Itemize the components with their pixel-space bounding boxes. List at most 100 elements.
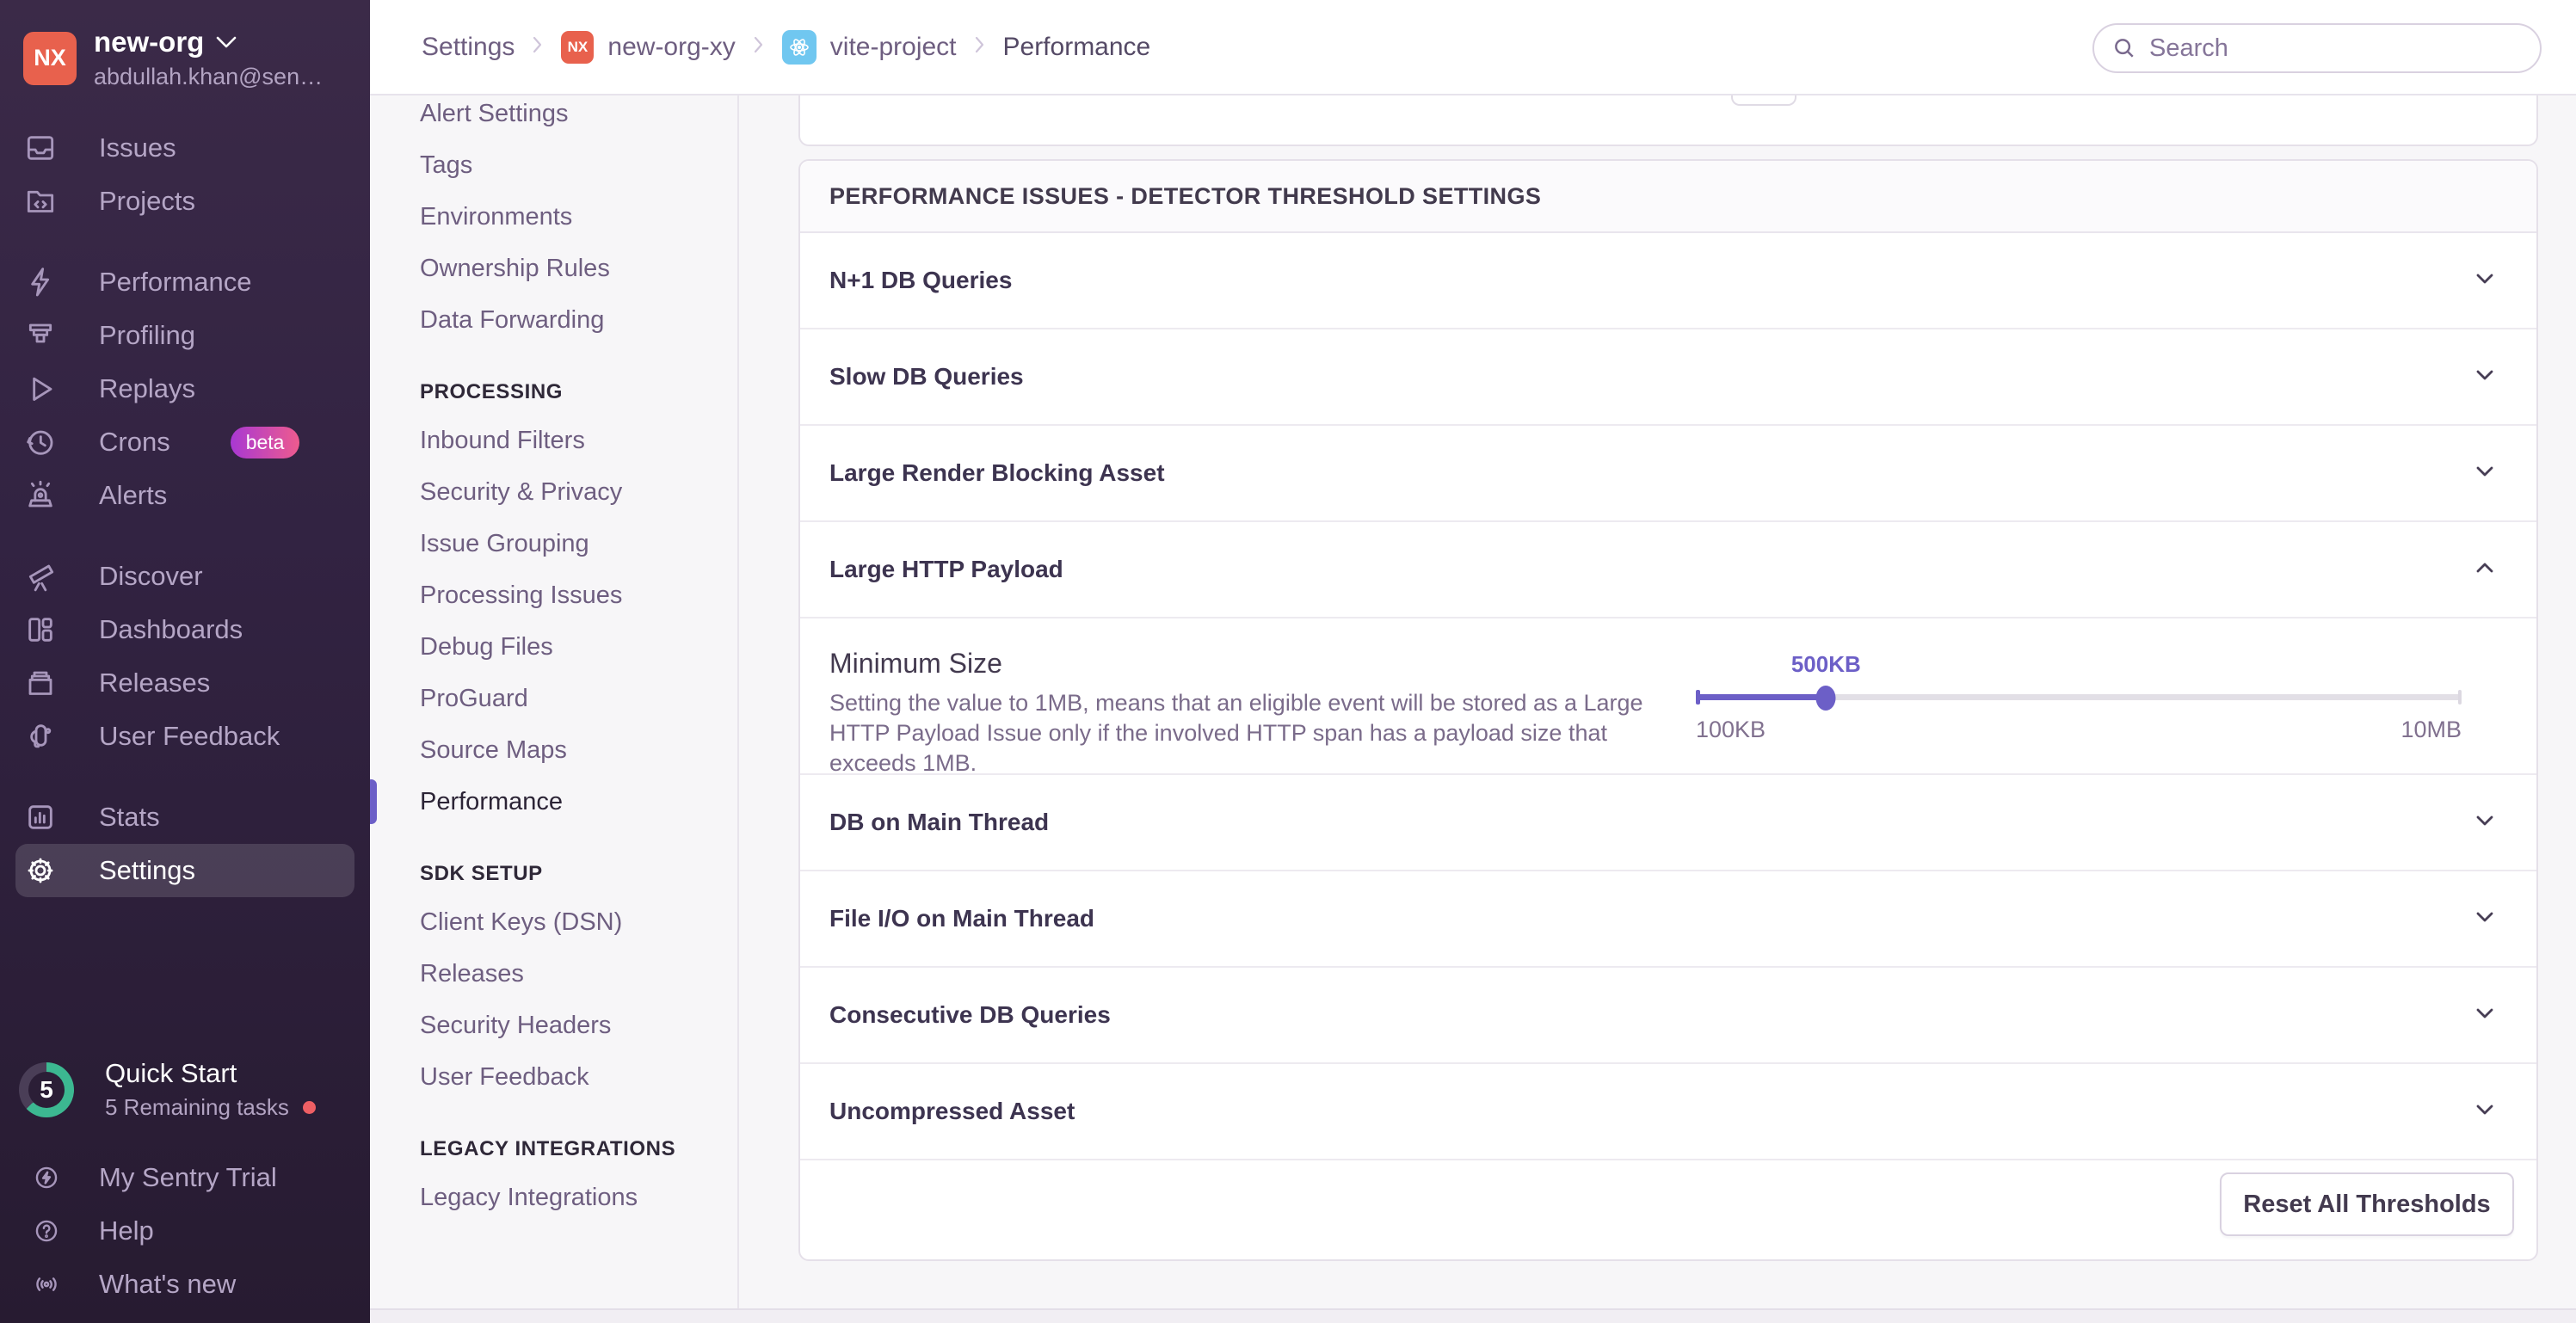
breadcrumb-separator-icon bbox=[532, 33, 544, 62]
sidebar-item-alerts[interactable]: Alerts bbox=[0, 469, 370, 522]
settings-nav-releases[interactable]: Releases bbox=[370, 948, 737, 1000]
main-content: PERFORMANCE ISSUES - DETECTOR THRESHOLD … bbox=[739, 95, 2576, 1323]
org-name: new-org bbox=[94, 26, 204, 58]
sidebar-item-releases[interactable]: Releases bbox=[0, 656, 370, 710]
projects-icon bbox=[23, 184, 58, 218]
breadcrumb-separator-icon bbox=[753, 33, 765, 62]
help-icon bbox=[32, 1216, 61, 1246]
collapsed-panel-handle[interactable] bbox=[1731, 94, 1796, 106]
settings-nav-header-sdk-setup: SDK SETUP bbox=[370, 855, 737, 893]
settings-nav-issue-grouping[interactable]: Issue Grouping bbox=[370, 518, 737, 569]
chevron-down-icon bbox=[2471, 807, 2499, 839]
beta-badge: beta bbox=[231, 427, 300, 458]
org-avatar: NX bbox=[23, 32, 77, 85]
sidebar-item-profiling[interactable]: Profiling bbox=[0, 309, 370, 362]
detector-threshold-panel: PERFORMANCE ISSUES - DETECTOR THRESHOLD … bbox=[798, 159, 2538, 1261]
sidebar-item-issues[interactable]: Issues bbox=[0, 121, 370, 175]
quick-start-widget[interactable]: 5 Quick Start 5 Remaining tasks bbox=[19, 1058, 316, 1121]
global-search[interactable] bbox=[2092, 23, 2542, 73]
accordion-row-large-render-blocking-asset[interactable]: Large Render Blocking Asset bbox=[800, 426, 2536, 522]
settings-nav-proguard[interactable]: ProGuard bbox=[370, 673, 737, 724]
accordion-row-db-on-main-thread[interactable]: DB on Main Thread bbox=[800, 775, 2536, 871]
sidebar-item-stats[interactable]: Stats bbox=[0, 791, 370, 844]
dashboards-icon bbox=[23, 612, 58, 647]
slider-max-label: 10MB bbox=[2400, 717, 2462, 743]
breadcrumb-project[interactable]: vite-project bbox=[782, 30, 957, 65]
profiling-icon bbox=[23, 318, 58, 353]
settings-nav-debug-files[interactable]: Debug Files bbox=[370, 621, 737, 673]
sidebar-item-my-sentry-trial[interactable]: My Sentry Trial bbox=[0, 1151, 370, 1204]
chevron-down-icon bbox=[216, 36, 237, 48]
settings-nav-security-privacy[interactable]: Security & Privacy bbox=[370, 466, 737, 518]
slider-min-label: 100KB bbox=[1696, 717, 1766, 743]
sidebar-item-crons[interactable]: Crons beta bbox=[0, 415, 370, 469]
org-badge: NX bbox=[561, 31, 594, 64]
slider-thumb[interactable] bbox=[1816, 686, 1836, 711]
settings-nav-environments[interactable]: Environments bbox=[370, 191, 737, 243]
sidebar-item-performance[interactable]: Performance bbox=[0, 255, 370, 309]
chevron-down-icon bbox=[2471, 361, 2499, 393]
notification-dot bbox=[303, 1101, 316, 1114]
app-sidebar: NX new-org abdullah.khan@sen… Issues Pro… bbox=[0, 0, 370, 1323]
settings-nav-user-feedback[interactable]: User Feedback bbox=[370, 1051, 737, 1103]
settings-nav-source-maps[interactable]: Source Maps bbox=[370, 724, 737, 776]
breadcrumb-current-page: Performance bbox=[1003, 33, 1151, 62]
accordion-row-consecutive-db-queries[interactable]: Consecutive DB Queries bbox=[800, 968, 2536, 1064]
nav-divider bbox=[0, 228, 370, 255]
org-user-email: abdullah.khan@sen… bbox=[94, 64, 323, 90]
settings-nav-header-processing: PROCESSING bbox=[370, 373, 737, 411]
topbar: Settings NX new-org-xy vite-project Perf… bbox=[370, 0, 2576, 95]
quick-start-subtitle: 5 Remaining tasks bbox=[105, 1094, 289, 1121]
settings-nav-data-forwarding[interactable]: Data Forwarding bbox=[370, 294, 737, 346]
settings-secondary-nav: Alert Settings Tags Environments Ownersh… bbox=[370, 95, 739, 1323]
accordion-row-n1-db-queries[interactable]: N+1 DB Queries bbox=[800, 233, 2536, 329]
nav-divider bbox=[0, 522, 370, 550]
slider-fill bbox=[1696, 694, 1826, 700]
panel-title: PERFORMANCE ISSUES - DETECTOR THRESHOLD … bbox=[800, 161, 2536, 233]
performance-icon bbox=[23, 265, 58, 299]
user-feedback-icon bbox=[23, 719, 58, 754]
chevron-down-icon bbox=[2471, 458, 2499, 489]
crons-icon bbox=[23, 425, 58, 459]
search-icon bbox=[2111, 35, 2137, 61]
breadcrumb-organization[interactable]: NX new-org-xy bbox=[561, 31, 735, 64]
settings-nav-client-keys[interactable]: Client Keys (DSN) bbox=[370, 896, 737, 948]
sidebar-item-help[interactable]: Help bbox=[0, 1204, 370, 1258]
quick-start-progress-ring: 5 bbox=[19, 1062, 74, 1117]
settings-nav-tags[interactable]: Tags bbox=[370, 139, 737, 191]
breadcrumb-separator-icon bbox=[974, 33, 986, 62]
settings-nav-header-legacy-integrations: LEGACY INTEGRATIONS bbox=[370, 1130, 737, 1168]
accordion-row-large-http-payload[interactable]: Large HTTP Payload bbox=[800, 522, 2536, 618]
breadcrumb-settings[interactable]: Settings bbox=[422, 33, 515, 62]
minimum-size-slider[interactable]: 500KB 100KB 10MB bbox=[1696, 618, 2462, 775]
sidebar-item-projects[interactable]: Projects bbox=[0, 175, 370, 228]
quick-start-title: Quick Start bbox=[105, 1058, 316, 1089]
sidebar-item-replays[interactable]: Replays bbox=[0, 362, 370, 415]
accordion-row-slow-db-queries[interactable]: Slow DB Queries bbox=[800, 329, 2536, 426]
sidebar-item-whats-new[interactable]: What's new bbox=[0, 1258, 370, 1311]
settings-nav-alert-settings[interactable]: Alert Settings bbox=[370, 95, 737, 139]
settings-nav-inbound-filters[interactable]: Inbound Filters bbox=[370, 415, 737, 466]
accordion-row-uncompressed-asset[interactable]: Uncompressed Asset bbox=[800, 1064, 2536, 1160]
settings-nav-performance[interactable]: Performance bbox=[370, 776, 737, 828]
chevron-down-icon bbox=[2471, 1000, 2499, 1031]
reset-all-thresholds-button[interactable]: Reset All Thresholds bbox=[2220, 1172, 2514, 1236]
scrolled-panel-bottom bbox=[798, 95, 2538, 146]
stats-icon bbox=[23, 800, 58, 834]
search-input[interactable] bbox=[2149, 34, 2523, 63]
sidebar-item-discover[interactable]: Discover bbox=[0, 550, 370, 603]
sidebar-item-user-feedback[interactable]: User Feedback bbox=[0, 710, 370, 763]
chevron-down-icon bbox=[2471, 265, 2499, 297]
replays-icon bbox=[23, 372, 58, 406]
accordion-row-file-io-on-main-thread[interactable]: File I/O on Main Thread bbox=[800, 871, 2536, 968]
settings-nav-legacy-integrations[interactable]: Legacy Integrations bbox=[370, 1172, 737, 1223]
sidebar-item-settings[interactable]: Settings bbox=[15, 844, 354, 897]
chevron-up-icon bbox=[2471, 554, 2499, 586]
settings-nav-security-headers[interactable]: Security Headers bbox=[370, 1000, 737, 1051]
sidebar-item-dashboards[interactable]: Dashboards bbox=[0, 603, 370, 656]
org-switcher[interactable]: NX new-org abdullah.khan@sen… bbox=[0, 0, 370, 90]
discover-icon bbox=[23, 559, 58, 594]
settings-nav-ownership-rules[interactable]: Ownership Rules bbox=[370, 243, 737, 294]
large-http-payload-settings: Minimum Size Setting the value to 1MB, m… bbox=[800, 618, 2536, 775]
settings-nav-processing-issues[interactable]: Processing Issues bbox=[370, 569, 737, 621]
